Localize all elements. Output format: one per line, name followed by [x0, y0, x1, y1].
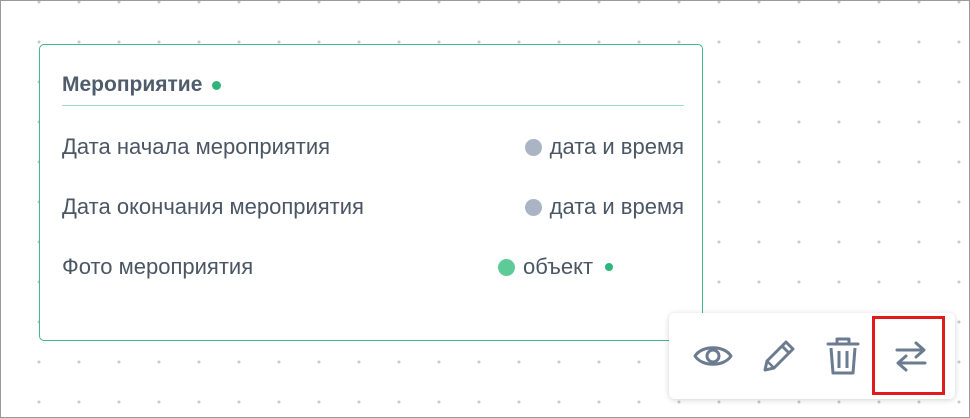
field-type: дата и время [524, 134, 684, 160]
type-color-icon [498, 258, 515, 276]
entity-card-header: Мероприятие [62, 71, 684, 106]
field-row[interactable]: Дата начала мероприятия дата и время [62, 132, 684, 162]
status-dot-icon [212, 81, 222, 90]
field-name: Дата окончания мероприятия [62, 194, 364, 219]
entity-card[interactable]: Мероприятие Дата начала мероприятия дата… [39, 44, 703, 341]
delete-button[interactable] [821, 334, 865, 378]
pencil-icon [763, 340, 795, 372]
eye-icon [693, 346, 733, 366]
field-type: объект [498, 254, 614, 280]
edit-button[interactable] [757, 334, 801, 378]
field-name: Фото мероприятия [62, 254, 254, 279]
field-name: Дата начала мероприятия [62, 134, 331, 159]
type-color-icon [524, 198, 542, 216]
field-type-label: дата и время [549, 194, 684, 219]
view-button[interactable] [691, 334, 735, 378]
field-type: дата и время [524, 194, 684, 220]
field-row[interactable]: Фото мероприятия объект [62, 252, 684, 282]
field-type-label: объект [523, 254, 594, 279]
trash-icon [826, 337, 860, 375]
swap-button[interactable] [889, 334, 933, 378]
field-type-label: дата и время [549, 134, 684, 159]
canvas[interactable]: Мероприятие Дата начала мероприятия дата… [0, 0, 970, 418]
type-color-icon [524, 138, 542, 156]
field-row[interactable]: Дата окончания мероприятия дата и время [62, 192, 684, 222]
swap-arrows-icon [895, 341, 927, 372]
required-dot-icon [605, 263, 614, 271]
card-actions-toolbar [669, 313, 955, 399]
entity-title: Мероприятие [62, 73, 203, 96]
